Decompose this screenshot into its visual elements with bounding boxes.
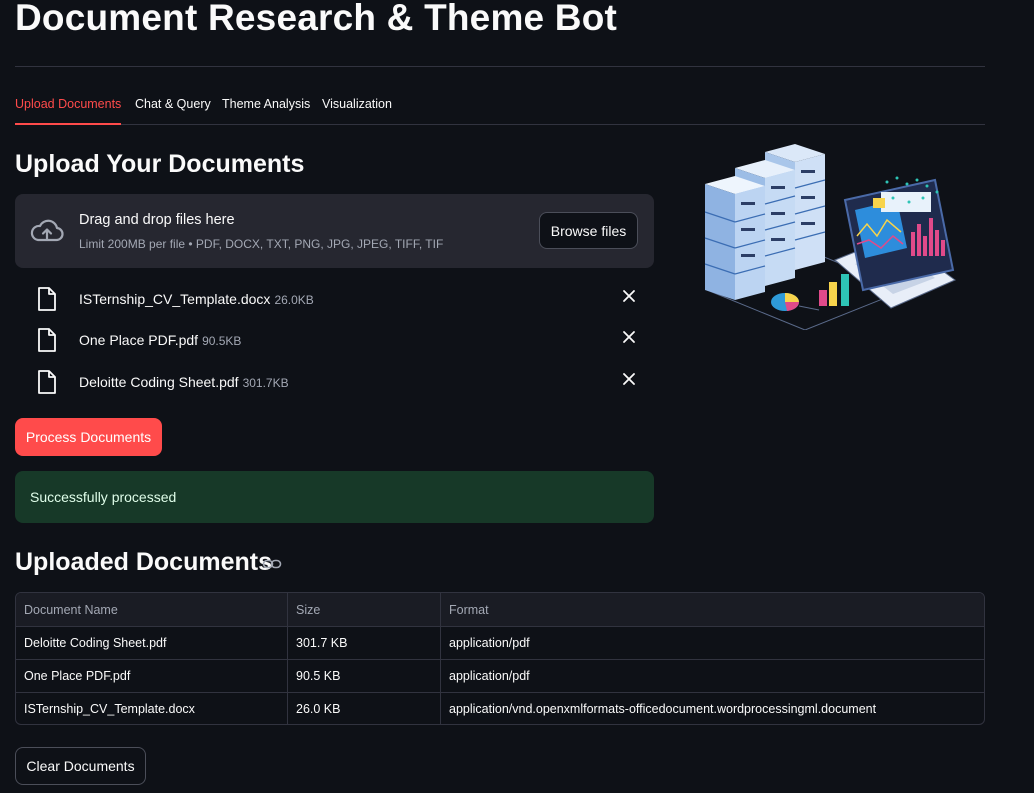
file-icon [38,287,56,311]
success-alert: Successfully processed [15,471,654,523]
dropzone-label: Drag and drop files here [79,212,235,228]
tab-chat-query[interactable]: Chat & Query [135,88,211,123]
table-row: Deloitte Coding Sheet.pdf 301.7 KB appli… [16,626,984,660]
table-cell: 301.7 KB [288,626,441,659]
uploaded-documents-heading: Uploaded Documents [15,548,272,576]
column-header[interactable]: Size [288,593,441,626]
uploaded-file-item: ISTernship_CV_Template.docx 26.0KB [15,283,654,319]
file-icon [38,370,56,394]
table-cell: 90.5 KB [288,659,441,692]
file-size: 90.5KB [202,334,242,348]
header-divider [15,66,985,67]
page-title: Document Research & Theme Bot [15,0,618,38]
close-icon[interactable] [621,329,637,345]
close-icon[interactable] [621,288,637,304]
server-analytics-illustration [704,144,956,330]
close-icon[interactable] [621,371,637,387]
table-row: One Place PDF.pdf 90.5 KB application/pd… [16,659,984,693]
file-name: One Place PDF.pdf [79,332,199,348]
dropzone-limit: Limit 200MB per file • PDF, DOCX, TXT, P… [79,237,444,251]
table-cell: application/pdf [449,636,530,650]
tab-bar: Upload Documents Chat & Query Theme Anal… [15,88,985,125]
file-icon [38,328,56,352]
column-header[interactable]: Format [441,593,984,626]
tab-visualization[interactable]: Visualization [322,88,392,123]
table-cell: application/pdf [449,669,530,683]
upload-heading: Upload Your Documents [15,150,305,178]
file-name: ISTernship_CV_Template.docx [79,291,271,307]
column-header[interactable]: Document Name [16,593,288,626]
table-cell: application/vnd.openxmlformats-officedoc… [449,702,877,716]
uploaded-file-item: One Place PDF.pdf 90.5KB [15,324,654,360]
table-cell: Deloitte Coding Sheet.pdf [16,626,288,659]
file-dropzone[interactable]: Drag and drop files here Limit 200MB per… [15,194,654,268]
clear-documents-button[interactable]: Clear Documents [15,747,146,785]
file-name: Deloitte Coding Sheet.pdf [79,374,239,390]
table-cell: ISTernship_CV_Template.docx [16,692,288,724]
table-header-row: Document Name Size Format [16,593,984,627]
file-size: 26.0KB [274,293,314,307]
table-cell: One Place PDF.pdf [16,659,288,692]
file-size: 301.7KB [242,376,289,390]
process-documents-button[interactable]: Process Documents [15,418,162,456]
table-cell: 26.0 KB [288,692,441,724]
table-row: ISTernship_CV_Template.docx 26.0 KB appl… [16,692,984,724]
documents-table: Document Name Size Format Deloitte Codin… [15,592,985,725]
cloud-upload-icon [30,219,64,242]
link-icon[interactable] [262,556,282,572]
tab-theme-analysis[interactable]: Theme Analysis [222,88,310,123]
browse-files-button[interactable]: Browse files [539,212,638,249]
tab-upload-documents[interactable]: Upload Documents [15,88,122,125]
uploaded-file-item: Deloitte Coding Sheet.pdf 301.7KB [15,366,654,402]
